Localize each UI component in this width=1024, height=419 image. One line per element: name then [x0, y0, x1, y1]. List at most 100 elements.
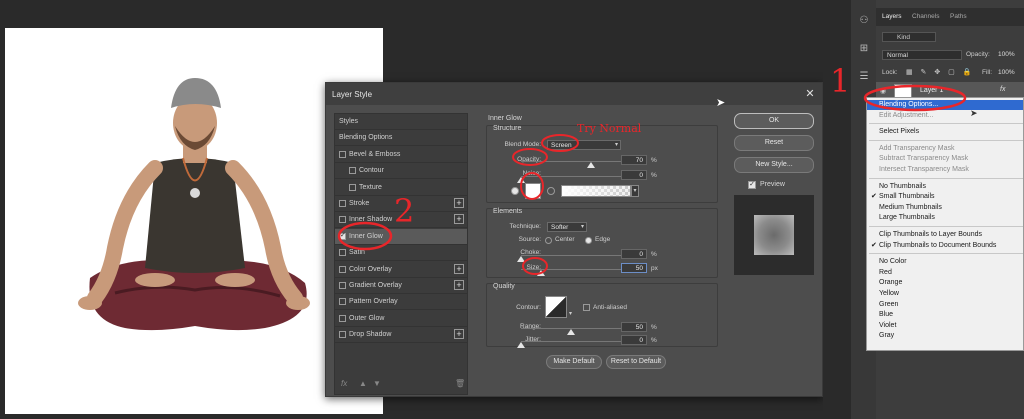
size-slider-track[interactable]: [521, 269, 621, 270]
structure-group: Structure Blend Mode: Screen ▾ Opacity: …: [486, 125, 718, 203]
style-checkbox[interactable]: [339, 298, 346, 306]
noise-slider-thumb[interactable]: [517, 177, 525, 183]
style-checkbox[interactable]: [339, 331, 346, 339]
style-item-bevel-emboss[interactable]: Bevel & Emboss: [335, 147, 467, 163]
menu-item-violet[interactable]: Violet: [867, 321, 1023, 331]
preview-checkbox[interactable]: ✓: [748, 181, 756, 189]
anti-aliased-checkbox[interactable]: [583, 304, 590, 311]
style-checkbox[interactable]: [339, 249, 346, 257]
add-style-icon[interactable]: +: [454, 329, 464, 340]
menu-item-medium-thumbnails[interactable]: Medium Thumbnails: [867, 203, 1023, 213]
style-item-styles[interactable]: Styles: [335, 114, 467, 130]
menu-item-orange[interactable]: Orange: [867, 278, 1023, 288]
source-center-radio[interactable]: [545, 237, 552, 244]
style-item-label: Inner Glow: [349, 232, 383, 240]
style-item-drop-shadow[interactable]: Drop Shadow +: [335, 327, 467, 344]
source-edge-radio[interactable]: [585, 237, 592, 244]
chevron-down-icon[interactable]: ▾: [631, 185, 639, 197]
visibility-eye-icon[interactable]: ◉: [880, 87, 886, 95]
opacity-slider-track[interactable]: [521, 161, 621, 162]
style-item-gradient-overlay[interactable]: Gradient Overlay +: [335, 278, 467, 294]
dialog-title: Layer Style: [332, 90, 373, 99]
trash-icon[interactable]: 🗑: [455, 379, 465, 388]
style-checkbox[interactable]: [339, 314, 346, 322]
make-default-button[interactable]: Make Default: [546, 355, 602, 369]
ok-button[interactable]: OK: [734, 113, 814, 129]
gradient-swatch[interactable]: [561, 185, 631, 197]
menu-item-no-thumbnails[interactable]: No Thumbnails: [867, 182, 1023, 192]
jitter-field[interactable]: 0: [621, 335, 647, 345]
menu-item-red[interactable]: Red: [867, 268, 1023, 278]
style-checkbox[interactable]: [349, 183, 356, 191]
opacity-slider-thumb[interactable]: [587, 162, 595, 168]
menu-item-gray[interactable]: Gray: [867, 331, 1023, 341]
opacity-field[interactable]: 70: [621, 155, 647, 165]
new-style-button[interactable]: New Style...: [734, 157, 814, 173]
glow-color-swatch[interactable]: [525, 183, 541, 199]
choke-field[interactable]: 0: [621, 249, 647, 259]
style-checkbox[interactable]: [339, 200, 346, 207]
noise-field[interactable]: 0: [621, 170, 647, 180]
kind-filter-dropdown[interactable]: Kind: [882, 32, 936, 42]
menu-item-clip-thumbnails-to-layer-bounds[interactable]: Clip Thumbnails to Layer Bounds: [867, 230, 1023, 240]
menu-item-select-pixels[interactable]: Select Pixels: [867, 127, 1023, 137]
fill-value[interactable]: 100%: [998, 69, 1015, 76]
layer-opacity-value[interactable]: 100%: [998, 51, 1015, 58]
menu-item-no-color[interactable]: No Color: [867, 257, 1023, 267]
move-up-icon[interactable]: ▲: [359, 379, 367, 388]
size-slider-thumb[interactable]: [537, 270, 545, 276]
blend-mode-dropdown[interactable]: Screen ▾: [547, 140, 621, 150]
style-item-satin[interactable]: Satin: [335, 245, 467, 262]
menu-item-blending-options[interactable]: Blending Options...: [867, 100, 1023, 110]
tab-paths[interactable]: Paths: [950, 13, 967, 20]
move-down-icon[interactable]: ▼: [373, 379, 381, 388]
choke-slider-track[interactable]: [521, 255, 621, 256]
close-icon[interactable]: ✕: [804, 88, 816, 100]
noise-slider-track[interactable]: [521, 176, 621, 177]
style-checkbox[interactable]: [339, 265, 346, 273]
style-checkbox[interactable]: [339, 216, 346, 224]
chevron-down-icon[interactable]: ▾: [569, 310, 572, 317]
menu-item-yellow[interactable]: Yellow: [867, 289, 1023, 299]
menu-item-green[interactable]: Green: [867, 300, 1023, 310]
reset-to-default-button[interactable]: Reset to Default: [606, 355, 666, 369]
style-item-pattern-overlay[interactable]: Pattern Overlay: [335, 294, 467, 311]
dialog-title-bar[interactable]: Layer Style ✕: [326, 83, 822, 105]
size-field[interactable]: 50: [621, 263, 647, 273]
menu-item-small-thumbnails[interactable]: ✔ Small Thumbnails: [867, 192, 1023, 202]
style-checkbox[interactable]: [339, 150, 346, 158]
reset-button[interactable]: Reset: [734, 135, 814, 151]
menu-item-blue[interactable]: Blue: [867, 310, 1023, 320]
add-style-icon[interactable]: +: [454, 214, 464, 225]
menu-item-large-thumbnails[interactable]: Large Thumbnails: [867, 213, 1023, 223]
add-style-icon[interactable]: +: [454, 198, 464, 208]
choke-slider-thumb[interactable]: [517, 256, 525, 262]
style-item-contour[interactable]: Contour: [335, 163, 467, 180]
style-checkbox[interactable]: [349, 167, 356, 175]
style-item-blending-options[interactable]: Blending Options: [335, 130, 467, 147]
history-icon[interactable]: ⚇: [857, 14, 871, 28]
solid-color-radio[interactable]: [511, 187, 519, 195]
range-field[interactable]: 50: [621, 322, 647, 332]
tab-layers[interactable]: Layers: [882, 13, 902, 20]
lock-icons[interactable]: ▦ ✎ ✥ ▢ 🔒: [906, 68, 974, 76]
jitter-slider-thumb[interactable]: [517, 342, 525, 348]
contour-thumbnail[interactable]: [545, 296, 567, 318]
add-style-icon[interactable]: +: [454, 263, 464, 274]
fx-icon[interactable]: fx: [341, 379, 347, 388]
technique-dropdown[interactable]: Softer ▾: [547, 222, 587, 232]
range-slider-thumb[interactable]: [567, 329, 575, 335]
layer-blend-dropdown[interactable]: Normal: [882, 50, 962, 60]
adjustments-icon[interactable]: ⊞: [857, 42, 871, 56]
jitter-slider-track[interactable]: [521, 341, 621, 342]
add-style-icon[interactable]: +: [454, 280, 464, 290]
style-checkbox[interactable]: [339, 282, 346, 289]
style-item-color-overlay[interactable]: Color Overlay +: [335, 262, 467, 278]
menu-item-clip-thumbnails-to-document-bounds[interactable]: ✔ Clip Thumbnails to Document Bounds: [867, 241, 1023, 251]
tab-channels[interactable]: Channels: [912, 13, 939, 20]
properties-icon[interactable]: ☰: [857, 70, 871, 84]
style-item-inner-glow[interactable]: Inner Glow: [335, 228, 467, 245]
style-checkbox[interactable]: [339, 231, 346, 240]
style-item-outer-glow[interactable]: Outer Glow: [335, 311, 467, 327]
gradient-radio[interactable]: [547, 187, 555, 195]
